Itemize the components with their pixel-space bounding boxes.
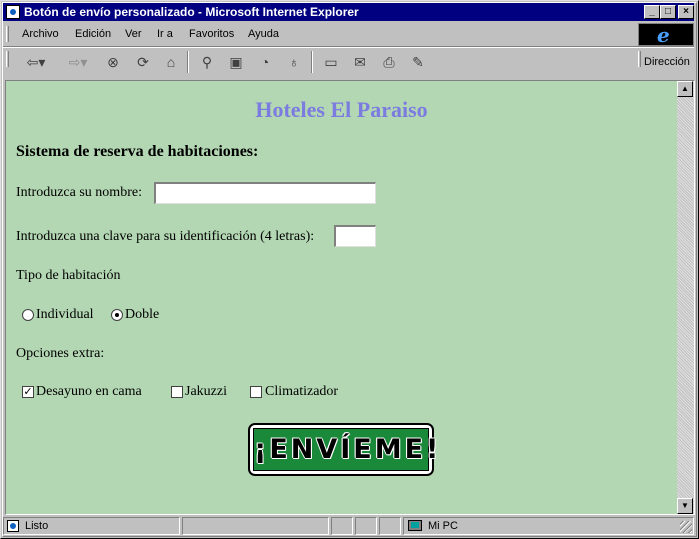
toolbar-separator bbox=[311, 51, 313, 73]
computer-icon bbox=[408, 520, 422, 531]
extras-label: Opciones extra: bbox=[16, 346, 105, 361]
minimize-button[interactable]: _ bbox=[644, 5, 660, 19]
address-grip[interactable] bbox=[638, 51, 641, 67]
checkbox-desayuno[interactable]: ✓ bbox=[22, 386, 34, 398]
radio-doble[interactable] bbox=[111, 309, 123, 321]
status-bar: Listo Mi PC bbox=[3, 516, 694, 536]
checkbox-climatizador-label[interactable]: Climatizador bbox=[265, 384, 338, 400]
page-status-icon bbox=[7, 520, 19, 532]
checkbox-jakuzzi[interactable] bbox=[171, 386, 183, 398]
stop-icon[interactable]: ⊗ bbox=[102, 51, 124, 73]
menu-ver[interactable]: Ver bbox=[125, 28, 142, 40]
scroll-up-button[interactable]: ▲ bbox=[677, 81, 693, 97]
menu-archivo[interactable]: Archivo bbox=[22, 28, 59, 40]
window-title: Botón de envío personalizado - Microsoft… bbox=[24, 5, 359, 19]
resize-grip[interactable] bbox=[680, 521, 692, 533]
radio-doble-label[interactable]: Doble bbox=[125, 307, 159, 323]
status-panel-progress bbox=[182, 517, 329, 535]
key-label: Introduzca una clave para su identificac… bbox=[16, 229, 315, 244]
status-panel-small bbox=[331, 517, 353, 535]
menubar-grip[interactable] bbox=[6, 26, 9, 42]
ie-page-icon bbox=[6, 5, 20, 19]
ie-logo: e bbox=[638, 23, 694, 46]
submit-image-button[interactable]: ¡ENVÍEME! bbox=[248, 423, 438, 476]
toolbar: ⇦▾ ⇨▾ ⊗ ⟳ ⌂ ⚲ ▣ ◔ ♁ ▭ ✉ ⎙ ✎ bbox=[3, 48, 635, 76]
edit-icon[interactable]: ✎ bbox=[407, 51, 429, 73]
radio-individual[interactable] bbox=[22, 309, 34, 321]
favorites-icon[interactable]: ▣ bbox=[225, 51, 247, 73]
print-icon[interactable]: ⎙ bbox=[378, 51, 400, 73]
checkbox-jakuzzi-label[interactable]: Jakuzzi bbox=[185, 384, 227, 400]
toolbar-grip[interactable] bbox=[6, 51, 9, 67]
name-label: Introduzca su nombre: bbox=[16, 185, 142, 200]
fullscreen-icon[interactable]: ▭ bbox=[320, 51, 342, 73]
menu-favoritos[interactable]: Favoritos bbox=[189, 28, 234, 40]
page-content: Hoteles El Paraiso Sistema de reserva de… bbox=[6, 81, 677, 514]
mail-icon[interactable]: ✉ bbox=[349, 51, 371, 73]
menu-bar: Archivo Edición Ver Ir a Favoritos Ayuda bbox=[3, 23, 635, 45]
form-subheading: Sistema de reserva de habitaciones: bbox=[16, 143, 259, 160]
zone-text: Mi PC bbox=[428, 520, 458, 532]
page-title: Hoteles El Paraiso bbox=[255, 97, 428, 122]
menu-ir-a[interactable]: Ir a bbox=[157, 28, 173, 40]
room-type-label: Tipo de habitación bbox=[16, 268, 121, 283]
radio-individual-label[interactable]: Individual bbox=[36, 307, 94, 323]
maximize-button[interactable]: □ bbox=[660, 5, 676, 19]
search-icon[interactable]: ⚲ bbox=[196, 51, 218, 73]
home-icon[interactable]: ⌂ bbox=[160, 51, 182, 73]
checkbox-desayuno-label[interactable]: Desayuno en cama bbox=[36, 384, 142, 400]
key-input[interactable] bbox=[334, 225, 376, 247]
back-arrow-icon[interactable]: ⇦▾ bbox=[19, 51, 53, 73]
history-icon[interactable]: ◔ bbox=[254, 51, 276, 73]
menu-edicion[interactable]: Edición bbox=[75, 28, 111, 40]
submit-button-label: ¡ENVÍEME! bbox=[253, 428, 438, 471]
menu-ayuda[interactable]: Ayuda bbox=[248, 28, 279, 40]
ie-logo-icon: e bbox=[657, 23, 670, 47]
status-panel-small bbox=[379, 517, 401, 535]
vertical-scrollbar[interactable]: ▲ ▼ bbox=[677, 81, 694, 514]
refresh-icon[interactable]: ⟳ bbox=[132, 51, 154, 73]
name-input[interactable] bbox=[154, 182, 376, 204]
forward-arrow-icon[interactable]: ⇨▾ bbox=[61, 51, 95, 73]
address-label: Dirección bbox=[644, 56, 690, 68]
status-text: Listo bbox=[25, 520, 49, 532]
status-panel-main: Listo bbox=[3, 517, 180, 535]
title-bar[interactable]: Botón de envío personalizado - Microsoft… bbox=[3, 3, 694, 21]
status-panel-zone: Mi PC bbox=[403, 517, 694, 535]
toolbar-separator bbox=[187, 51, 189, 73]
status-panel-small bbox=[355, 517, 377, 535]
channels-icon[interactable]: ♁ bbox=[283, 51, 305, 73]
checkbox-climatizador[interactable] bbox=[250, 386, 262, 398]
close-button[interactable]: × bbox=[678, 5, 694, 19]
scroll-down-button[interactable]: ▼ bbox=[677, 498, 693, 514]
address-bar[interactable]: Dirección bbox=[638, 48, 694, 76]
